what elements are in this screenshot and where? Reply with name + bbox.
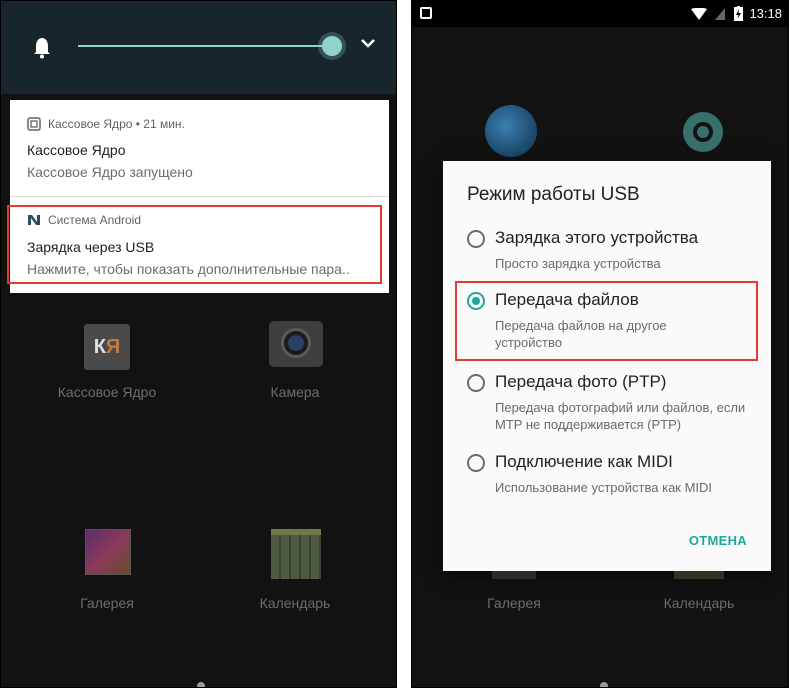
app-label-camera: Камера <box>270 384 320 400</box>
option-label: Зарядка этого устройства <box>495 228 699 247</box>
app-label-calendar: Календарь <box>663 595 735 611</box>
brightness-slider-thumb[interactable] <box>322 36 342 56</box>
app-label-calendar: Календарь <box>259 595 331 611</box>
app-square-icon <box>27 117 41 131</box>
option-label: Передача фото (PTP) <box>495 372 667 391</box>
radio-button[interactable] <box>467 230 485 248</box>
camera-app-icon[interactable] <box>269 321 323 367</box>
app-label-gallery: Галерея <box>487 595 541 611</box>
calendar-app-icon[interactable] <box>271 529 321 579</box>
quick-settings-shade <box>1 1 396 94</box>
battery-charging-icon <box>734 6 743 21</box>
globe-app-icon <box>485 105 537 157</box>
highlight-frame <box>455 281 758 361</box>
notification-header: Кассовое Ядро • 21 мин. <box>27 117 185 131</box>
gallery-app-icon <box>492 571 536 579</box>
brightness-slider-track[interactable] <box>78 45 333 47</box>
notification-text: Кассовое Ядро запущено <box>27 164 193 180</box>
gallery-app-icon[interactable] <box>85 529 131 575</box>
notification-kassovoe-yadro[interactable]: Кассовое Ядро • 21 мин. Кассовое Ядро Ка… <box>10 100 389 197</box>
clock: 13:18 <box>749 6 782 21</box>
kassovoe-yadro-app-icon[interactable]: КЯ <box>84 324 130 370</box>
bell-icon[interactable] <box>33 37 51 59</box>
dialog-title: Режим работы USB <box>467 184 640 205</box>
home-page-indicator <box>600 682 608 687</box>
radio-button[interactable] <box>467 454 485 472</box>
highlight-frame <box>7 205 382 284</box>
status-bar: 13:18 <box>412 1 788 27</box>
cancel-button[interactable]: ОТМЕНА <box>689 533 747 548</box>
notification-title: Кассовое Ядро <box>27 142 126 158</box>
calendar-app-icon <box>674 571 724 579</box>
usb-mode-dialog: Режим работы USB Зарядка этого устройств… <box>443 161 771 571</box>
chevron-down-icon[interactable] <box>361 39 375 49</box>
app-label-gallery: Галерея <box>80 595 134 611</box>
wifi-icon <box>691 8 707 20</box>
no-sim-icon <box>715 8 725 20</box>
radio-button[interactable] <box>467 374 485 392</box>
option-label: Подключение как MIDI <box>495 452 673 471</box>
option-description: Использование устройства как MIDI <box>495 480 713 495</box>
left-phone-screen: Кассовое Ядро • 21 мин. Кассовое Ядро Ка… <box>0 0 397 688</box>
app-label-kassovoe-yadro: Кассовое Ядро <box>57 384 157 400</box>
settings-app-icon <box>683 112 723 152</box>
notification-square-icon <box>420 7 432 19</box>
notification-app-header: Кассовое Ядро • 21 мин. <box>48 117 185 131</box>
option-description: Просто зарядка устройства <box>495 256 661 271</box>
option-description: Передача фотографий или файлов, если MTP… <box>495 400 746 432</box>
home-page-indicator <box>197 682 205 687</box>
